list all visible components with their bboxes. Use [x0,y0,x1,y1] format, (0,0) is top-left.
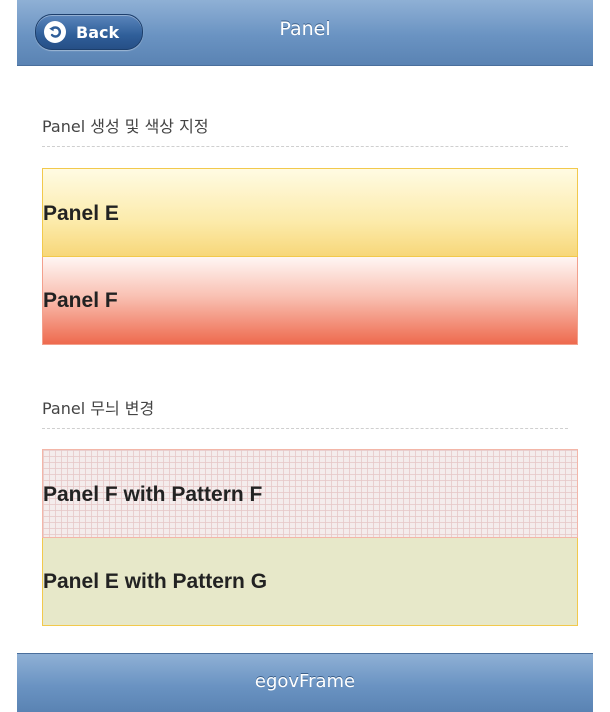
panel-f: Panel F [42,257,578,345]
header-bar: Back Panel [17,0,593,66]
panel-label: Panel E with Pattern G [43,570,268,593]
panel-e-with-pattern-g: Panel E with Pattern G [42,538,578,626]
section-title-color: Panel 생성 및 색상 지정 [42,117,209,136]
footer-text: egovFrame [254,671,356,692]
panel-e: Panel E [42,168,578,257]
divider [42,428,568,429]
section-title-pattern: Panel 무늬 변경 [42,399,155,418]
panel-label: Panel E [43,202,119,225]
panel-f-with-pattern-f: Panel F with Pattern F [42,449,578,538]
page: Back Panel Panel 생성 및 색상 지정 Panel E Pane… [17,0,593,712]
footer-bar: egovFrame [17,653,593,712]
page-title: Panel [279,18,331,40]
divider [42,146,568,147]
panel-label: Panel F with Pattern F [43,483,263,506]
panel-label: Panel F [43,289,118,312]
